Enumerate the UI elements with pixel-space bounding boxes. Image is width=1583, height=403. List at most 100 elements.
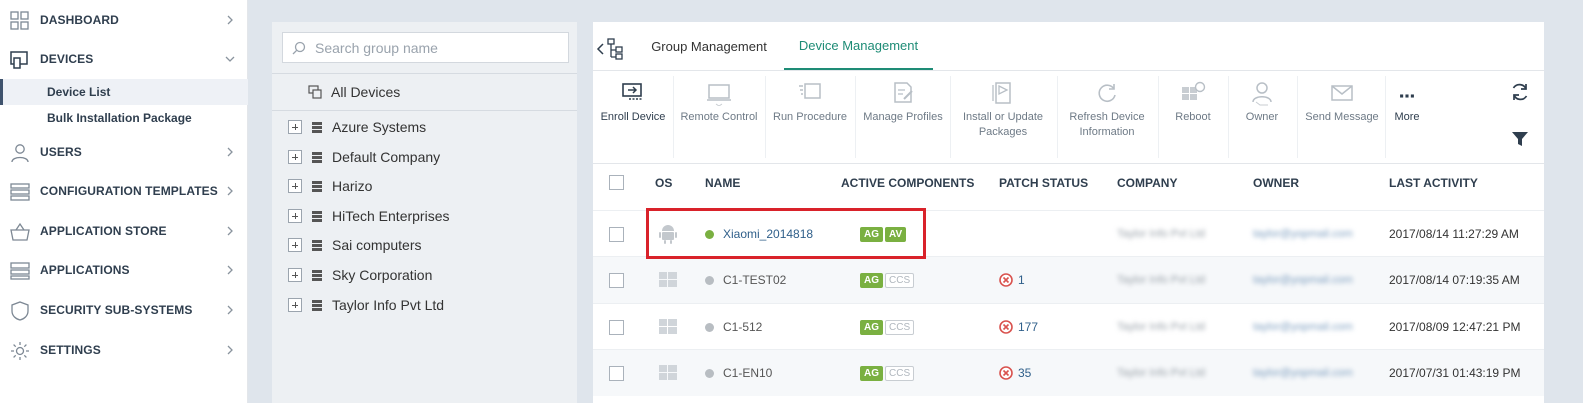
nav-security-sub-systems-label: SECURITY SUB-SYSTEMS xyxy=(40,303,193,317)
nav-dashboard[interactable]: DASHBOARD xyxy=(0,2,248,38)
toolbar-separator xyxy=(1297,76,1298,158)
row-checkbox[interactable] xyxy=(609,273,624,288)
nav-dashboard-label: DASHBOARD xyxy=(40,13,119,27)
collapse-tree-icon[interactable] xyxy=(596,38,624,60)
expand-plus-icon[interactable] xyxy=(288,268,302,282)
expand-plus-icon[interactable] xyxy=(288,209,302,223)
group-search-box xyxy=(282,32,569,63)
group-panel: All Devices Azure Systems Default Compan… xyxy=(272,22,577,403)
toolbar-separator xyxy=(1385,76,1386,158)
component-badge-ag: AG xyxy=(860,366,883,381)
more-button[interactable]: More xyxy=(1389,86,1425,160)
nav-users-label: USERS xyxy=(40,145,82,159)
manage-profiles-button[interactable]: Manage Profiles xyxy=(859,80,947,154)
refresh-list-icon[interactable] xyxy=(1510,82,1530,102)
device-name-link[interactable]: C1-512 xyxy=(723,320,762,334)
device-name-link[interactable]: C1-EN10 xyxy=(723,366,772,380)
nav-applications[interactable]: APPLICATIONS xyxy=(0,252,248,288)
row-checkbox[interactable] xyxy=(609,366,624,381)
tree-item-group[interactable]: Taylor Info Pvt Ltd xyxy=(288,295,444,315)
owner-cell[interactable]: taylor@yopmail.com xyxy=(1253,321,1353,333)
install-package-icon xyxy=(992,82,1011,104)
nav-configuration-templates-label: CONFIGURATION TEMPLATES xyxy=(40,184,218,198)
tab-group-management[interactable]: Group Management xyxy=(641,22,777,70)
column-header-os[interactable]: OS xyxy=(655,176,672,190)
tree-item-label: Sai computers xyxy=(332,237,422,253)
nav-settings-label: SETTINGS xyxy=(40,343,101,357)
column-header-active-components[interactable]: ACTIVE COMPONENTS xyxy=(841,176,974,190)
divider xyxy=(272,73,577,74)
sidebar: DASHBOARD DEVICES Device List Bulk Insta… xyxy=(0,0,248,403)
component-badge-ccs: CCS xyxy=(885,320,915,335)
refresh-device-information-button[interactable]: Refresh Device Information xyxy=(1061,80,1153,154)
expand-plus-icon[interactable] xyxy=(288,238,302,252)
column-header-patch-status[interactable]: PATCH STATUS xyxy=(999,176,1088,190)
patch-status-link[interactable]: 1 xyxy=(999,273,1025,287)
tab-device-management[interactable]: Device Management xyxy=(784,22,933,70)
reboot-button[interactable]: Reboot xyxy=(1161,80,1225,154)
sidebar-item-device-list[interactable]: Device List xyxy=(0,79,248,105)
last-activity-cell: 2017/07/31 01:43:19 PM xyxy=(1389,366,1521,380)
users-icon xyxy=(11,144,29,163)
owner-cell[interactable]: taylor@yopmail.com xyxy=(1253,367,1353,379)
error-circle-icon xyxy=(999,366,1013,380)
run-procedure-button[interactable]: Run Procedure xyxy=(769,80,851,154)
refresh-device-line-2: Information xyxy=(1079,126,1135,138)
shield-icon xyxy=(11,301,29,321)
table-row[interactable]: C1-512 AG CCS 177 Taylor Info Pvt Ltd ta… xyxy=(593,304,1544,350)
expand-plus-icon[interactable] xyxy=(288,179,302,193)
owner-cell[interactable]: taylor@yopmail.com xyxy=(1253,228,1353,240)
run-procedure-icon xyxy=(799,83,821,99)
expand-plus-icon[interactable] xyxy=(288,150,302,164)
owner-button[interactable]: Owner xyxy=(1231,80,1293,154)
enroll-device-button[interactable]: Enroll Device xyxy=(597,80,669,154)
toolbar-separator xyxy=(1057,76,1058,158)
select-all-checkbox[interactable] xyxy=(609,175,624,190)
tree-item-group[interactable]: Default Company xyxy=(288,147,440,167)
dashboard-icon xyxy=(10,11,29,30)
column-header-last-activity[interactable]: LAST ACTIVITY xyxy=(1389,176,1478,190)
company-cell: Taylor Info Pvt Ltd xyxy=(1117,321,1206,333)
row-checkbox[interactable] xyxy=(609,227,624,242)
tree-item-group[interactable]: Sai computers xyxy=(288,235,421,255)
nav-settings[interactable]: SETTINGS xyxy=(0,332,248,368)
column-header-company[interactable]: COMPANY xyxy=(1117,176,1177,190)
filter-icon[interactable] xyxy=(1512,131,1528,147)
tree-item-group[interactable]: Harizo xyxy=(288,176,372,196)
tree-item-group[interactable]: HiTech Enterprises xyxy=(288,206,450,226)
group-icon xyxy=(312,151,322,163)
table-row[interactable]: C1-TEST02 AG CCS 1 Taylor Info Pvt Ltd t… xyxy=(593,257,1544,303)
column-header-owner[interactable]: OWNER xyxy=(1253,176,1299,190)
chevron-right-icon xyxy=(227,186,233,196)
owner-cell[interactable]: taylor@yopmail.com xyxy=(1253,274,1353,286)
nav-devices[interactable]: DEVICES xyxy=(0,41,248,77)
nav-users[interactable]: USERS xyxy=(0,134,248,170)
nav-application-store[interactable]: APPLICATION STORE xyxy=(0,213,248,249)
tree-item-label: Taylor Info Pvt Ltd xyxy=(332,297,445,313)
nav-security-sub-systems[interactable]: SECURITY SUB-SYSTEMS xyxy=(0,292,248,328)
component-badge-ccs: CCS xyxy=(885,366,915,381)
tree-item-group[interactable]: Sky Corporation xyxy=(288,265,432,285)
install-update-packages-button[interactable]: Install or Update Packages xyxy=(953,80,1053,154)
send-message-button[interactable]: Send Message xyxy=(1301,80,1383,154)
error-circle-icon xyxy=(999,273,1013,287)
nav-configuration-templates[interactable]: CONFIGURATION TEMPLATES xyxy=(0,173,248,209)
patch-status-link[interactable]: 35 xyxy=(999,366,1031,380)
chevron-right-icon xyxy=(227,265,233,275)
expand-plus-icon[interactable] xyxy=(288,120,302,134)
gear-icon xyxy=(11,342,29,360)
row-checkbox[interactable] xyxy=(609,320,624,335)
remote-control-button[interactable]: Remote Control xyxy=(677,80,761,154)
tree-item-group[interactable]: Azure Systems xyxy=(288,117,426,137)
device-name-link[interactable]: C1-TEST02 xyxy=(723,273,786,287)
group-icon xyxy=(312,180,322,192)
sidebar-item-bulk-installation[interactable]: Bulk Installation Package xyxy=(0,105,248,131)
column-header-name[interactable]: NAME xyxy=(705,176,740,190)
all-devices-node[interactable]: All Devices xyxy=(308,82,400,102)
install-update-line-1: Install or Update xyxy=(962,111,1044,123)
patch-status-link[interactable]: 177 xyxy=(999,320,1038,334)
company-cell: Taylor Info Pvt Ltd xyxy=(1117,367,1206,379)
expand-plus-icon[interactable] xyxy=(288,298,302,312)
group-search-input[interactable] xyxy=(315,33,565,62)
table-row[interactable]: C1-EN10 AG CCS 35 Taylor Info Pvt Ltd ta… xyxy=(593,350,1544,396)
